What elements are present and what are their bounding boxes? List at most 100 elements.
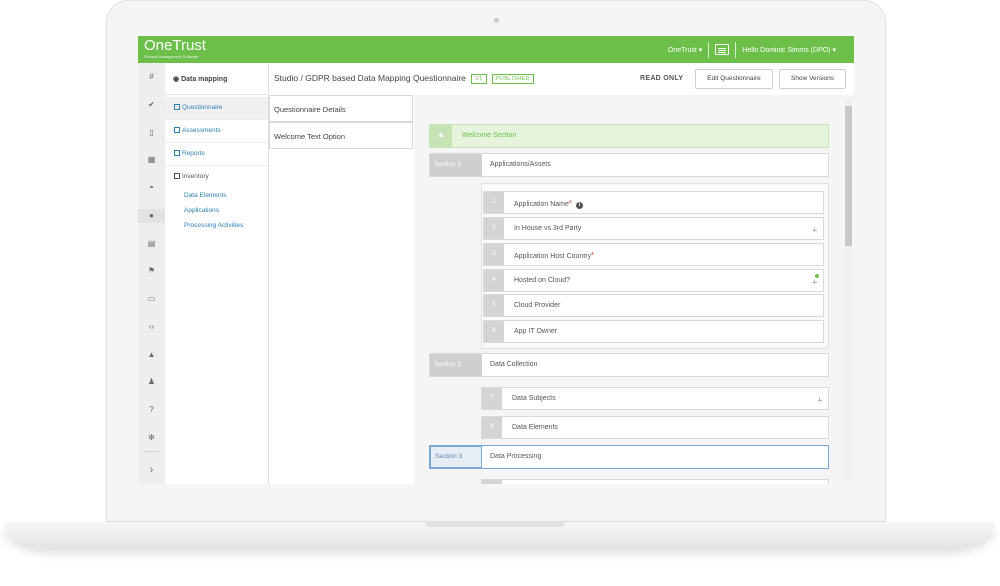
folder-icon[interactable]: ▭ — [138, 292, 165, 306]
question-number: 2 — [484, 218, 504, 239]
section-label[interactable]: Section 3 — [430, 446, 482, 468]
nav-item-inventory[interactable]: Inventory — [165, 166, 268, 189]
divider — [735, 41, 737, 58]
org-menu[interactable]: OneTrust ▾ — [668, 46, 702, 54]
question-number: 8 — [482, 417, 502, 438]
dashboard-icon[interactable]: ◓ — [138, 181, 165, 195]
breadcrumb: Studio / GDPR based Data Mapping Questio… — [274, 73, 534, 84]
users-icon[interactable]: ♟ — [138, 375, 165, 389]
required-marker: * — [568, 199, 572, 208]
welcome-section[interactable]: ★ Welcome Section — [429, 124, 829, 148]
user-icon[interactable]: ▲ — [138, 348, 165, 362]
branching-icon[interactable]: ⥿ — [812, 224, 817, 234]
nav-item-label: Questionnaire — [182, 104, 223, 111]
user-menu[interactable]: Hello Dominic Simms (DPO) ▾ — [742, 46, 836, 54]
code-icon[interactable]: ‹› — [138, 320, 165, 334]
nav-item-reports[interactable]: Reports — [165, 143, 268, 166]
flag-icon[interactable]: ⚑ — [138, 264, 165, 278]
grid-icon — [174, 127, 180, 133]
help-icon[interactable]: ? — [138, 403, 165, 417]
question-row[interactable]: 3 Application Host Country* — [483, 243, 824, 266]
section-title: Data Processing — [490, 453, 542, 460]
logo-tagline: Privacy Management Software — [144, 54, 199, 59]
question-number: 3 — [484, 244, 504, 265]
scrollbar-thumb[interactable] — [845, 106, 852, 246]
nav-sub-data-elements[interactable]: Data Elements — [184, 192, 227, 199]
grid-icon[interactable]: ▦ — [138, 153, 165, 167]
list-view-icon[interactable] — [715, 44, 730, 55]
show-versions-button[interactable]: Show Versions — [779, 69, 846, 89]
question-row[interactable] — [481, 479, 829, 484]
table-icon — [174, 150, 180, 156]
globe-icon[interactable]: ● — [138, 209, 165, 223]
nav-header: ◉ Data mapping — [165, 63, 268, 95]
question-text: In House vs 3rd Party — [514, 225, 582, 232]
settings-icon[interactable]: ✻ — [138, 431, 165, 445]
required-marker: * — [591, 251, 595, 260]
question-row[interactable]: 1 Application Name* i — [483, 191, 824, 214]
read-only-label: READ ONLY — [640, 75, 684, 82]
question-row[interactable]: 5 Cloud Provider — [483, 294, 824, 317]
expand-icon[interactable]: › — [138, 463, 165, 477]
section-title: Data Collection — [490, 361, 538, 368]
breadcrumb-studio[interactable]: Studio — [274, 73, 298, 83]
vertical-scrollbar[interactable] — [845, 98, 852, 480]
list-icon — [174, 173, 180, 179]
rail-divider — [144, 451, 159, 452]
tab-welcome-text-option[interactable]: Welcome Text Option — [269, 122, 413, 149]
breadcrumb-separator: / — [300, 73, 303, 83]
question-number — [482, 480, 502, 484]
status-badge: PUBLISHED — [491, 74, 534, 84]
question-row[interactable]: 4 Hosted on Cloud? ⥿ — [483, 269, 824, 292]
question-number: 6 — [484, 321, 504, 342]
home-icon[interactable]: # — [138, 70, 165, 84]
question-text: Data Subjects — [512, 395, 556, 402]
version-badge: V1 — [471, 74, 487, 84]
question-number: 1 — [484, 192, 504, 213]
tab-questionnaire-details[interactable]: Questionnaire Details — [269, 95, 413, 122]
globe-icon: ◉ — [173, 76, 182, 83]
question-row[interactable]: 6 App IT Owner — [483, 320, 824, 343]
nav-sub-processing-activities[interactable]: Processing Activities — [184, 222, 243, 229]
nav-item-label: Reports — [182, 150, 205, 157]
nav-item-assessments[interactable]: Assessments — [165, 120, 268, 143]
question-number: 5 — [484, 295, 504, 316]
section-title: Applications/Assets — [490, 161, 551, 168]
section-row[interactable]: Section 3 Data Processing — [429, 445, 829, 469]
welcome-section-label: Welcome Section — [462, 132, 517, 139]
section-row[interactable]: Section 1 Applications/Assets — [429, 153, 829, 177]
question-text: Data Elements — [512, 424, 558, 431]
section-label[interactable]: Section 1 — [430, 154, 482, 176]
onetrust-logo[interactable]: OneTrust — [144, 38, 206, 54]
star-icon: ★ — [430, 125, 452, 147]
question-number: 4 — [484, 270, 504, 291]
document-icon — [174, 104, 180, 110]
check-icon[interactable]: ✔ — [138, 98, 165, 112]
app-screen: OneTrust Privacy Management Software One… — [138, 36, 854, 484]
top-bar: OneTrust Privacy Management Software One… — [138, 36, 854, 63]
section-label[interactable]: Section 2 — [430, 354, 482, 376]
data-mapping-nav: ◉ Data mapping Questionnaire Assessments… — [165, 63, 269, 484]
top-bar-right: OneTrust ▾ Hello Dominic Simms (DPO) ▾ — [668, 36, 836, 63]
branch-active-dot — [815, 274, 819, 278]
question-text: Cloud Provider — [514, 302, 561, 309]
info-icon[interactable]: i — [576, 202, 583, 209]
camera-dot — [494, 18, 499, 23]
nav-item-label: Assessments — [182, 127, 221, 134]
divider — [708, 41, 710, 58]
question-number: 7 — [482, 388, 502, 409]
section-row[interactable]: Section 2 Data Collection — [429, 353, 829, 377]
question-text: App IT Owner — [514, 328, 558, 335]
question-row[interactable]: 2 In House vs 3rd Party ⥿ — [483, 217, 824, 240]
branching-icon[interactable]: ⥿ — [817, 394, 822, 404]
nav-sub-applications[interactable]: Applications — [184, 207, 219, 214]
nav-header-label: Data mapping — [181, 76, 228, 83]
document-icon[interactable]: ▯ — [138, 126, 165, 140]
icon-rail: # ✔ ▯ ▦ ◓ ● ▤ ⚑ ▭ ‹› ▲ ♟ ? ✻ › — [138, 63, 165, 484]
question-row[interactable]: 7 Data Subjects ⥿ — [481, 387, 829, 410]
nav-item-questionnaire[interactable]: Questionnaire — [165, 97, 268, 120]
question-text: Hosted on Cloud? — [514, 277, 571, 284]
table-icon[interactable]: ▤ — [138, 237, 165, 251]
edit-questionnaire-button[interactable]: Edit Questionnaire — [695, 69, 773, 89]
question-row[interactable]: 8 Data Elements — [481, 416, 829, 439]
